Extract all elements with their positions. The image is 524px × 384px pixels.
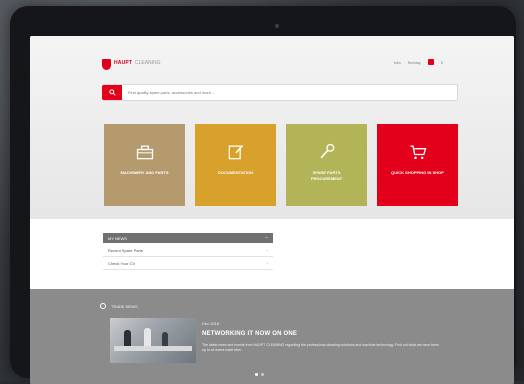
nav-item-service[interactable]: Servisy — [408, 60, 421, 65]
list-item[interactable]: Check Your CV › — [103, 258, 273, 270]
links-section-header[interactable]: MY NEWS − — [103, 233, 273, 243]
search-button[interactable] — [102, 85, 122, 100]
logo-icon — [102, 59, 111, 70]
brand-tagline: CLEANING — [135, 60, 161, 66]
news-image[interactable] — [110, 318, 196, 363]
news-section-title: TRADE NEWS — [100, 303, 138, 309]
cart-count: 0 — [440, 59, 444, 65]
chevron-right-icon: › — [266, 247, 268, 254]
category-tiles: MACHINERY AND PARTS DOCUMENTATION SPARE … — [104, 124, 458, 206]
tablet-device: HAUPT CLEANING Info Servisy 0 Find quali… — [10, 6, 516, 384]
news-section-label: TRADE NEWS — [111, 303, 138, 309]
nav-item-info[interactable]: Info — [394, 60, 401, 65]
wrench-icon — [320, 143, 334, 159]
top-navigation: Info Servisy 0 — [394, 59, 443, 65]
search-input[interactable] — [128, 90, 428, 95]
shopping-cart-icon — [410, 145, 426, 160]
news-teaser: The latest news and events from HAUPT CL… — [202, 343, 439, 352]
brand-name[interactable]: HAUPT — [114, 60, 132, 66]
toolbox-icon — [136, 145, 153, 160]
links-section-title: MY NEWS — [108, 235, 128, 241]
chevron-right-icon: › — [266, 260, 268, 267]
web-page: HAUPT CLEANING Info Servisy 0 Find quali… — [30, 36, 514, 384]
news-headline[interactable]: NETWORKING IT NOW ON ONE — [202, 331, 297, 337]
carousel-dot[interactable] — [255, 373, 258, 376]
document-edit-icon — [228, 144, 243, 160]
tile-label: DOCUMENTATION — [218, 170, 253, 175]
tile-label: MACHINERY AND PARTS — [120, 170, 169, 175]
carousel-dot[interactable] — [261, 373, 264, 376]
camera-icon — [275, 24, 279, 28]
search-icon — [108, 89, 116, 96]
collapse-icon[interactable]: − — [265, 235, 268, 241]
tile-machinery[interactable]: MACHINERY AND PARTS — [104, 124, 185, 206]
list-item-label: Check Your CV — [108, 261, 136, 266]
tile-shop[interactable]: QUICK SHOPPING IN SHOP — [377, 124, 458, 206]
tile-label: QUICK SHOPPING IN SHOP — [391, 170, 444, 175]
tile-label: SPARE PARTS PROCUREMENT — [310, 170, 343, 181]
cart-icon[interactable] — [427, 59, 434, 65]
carousel-dots — [255, 373, 264, 376]
news-section: TRADE NEWS Dec 2018 NETWORKING IT NOW ON… — [30, 289, 514, 384]
list-item[interactable]: Recent Spare Parts › — [103, 245, 273, 257]
tile-spare-parts[interactable]: SPARE PARTS PROCUREMENT — [286, 124, 367, 206]
clock-icon — [100, 303, 106, 309]
page-header: HAUPT CLEANING Info Servisy 0 Find quali… — [30, 36, 514, 219]
tile-documentation[interactable]: DOCUMENTATION — [195, 124, 276, 206]
news-date: Dec 2018 — [202, 321, 220, 326]
search-bar — [102, 84, 458, 101]
list-item-label: Recent Spare Parts — [108, 248, 143, 253]
